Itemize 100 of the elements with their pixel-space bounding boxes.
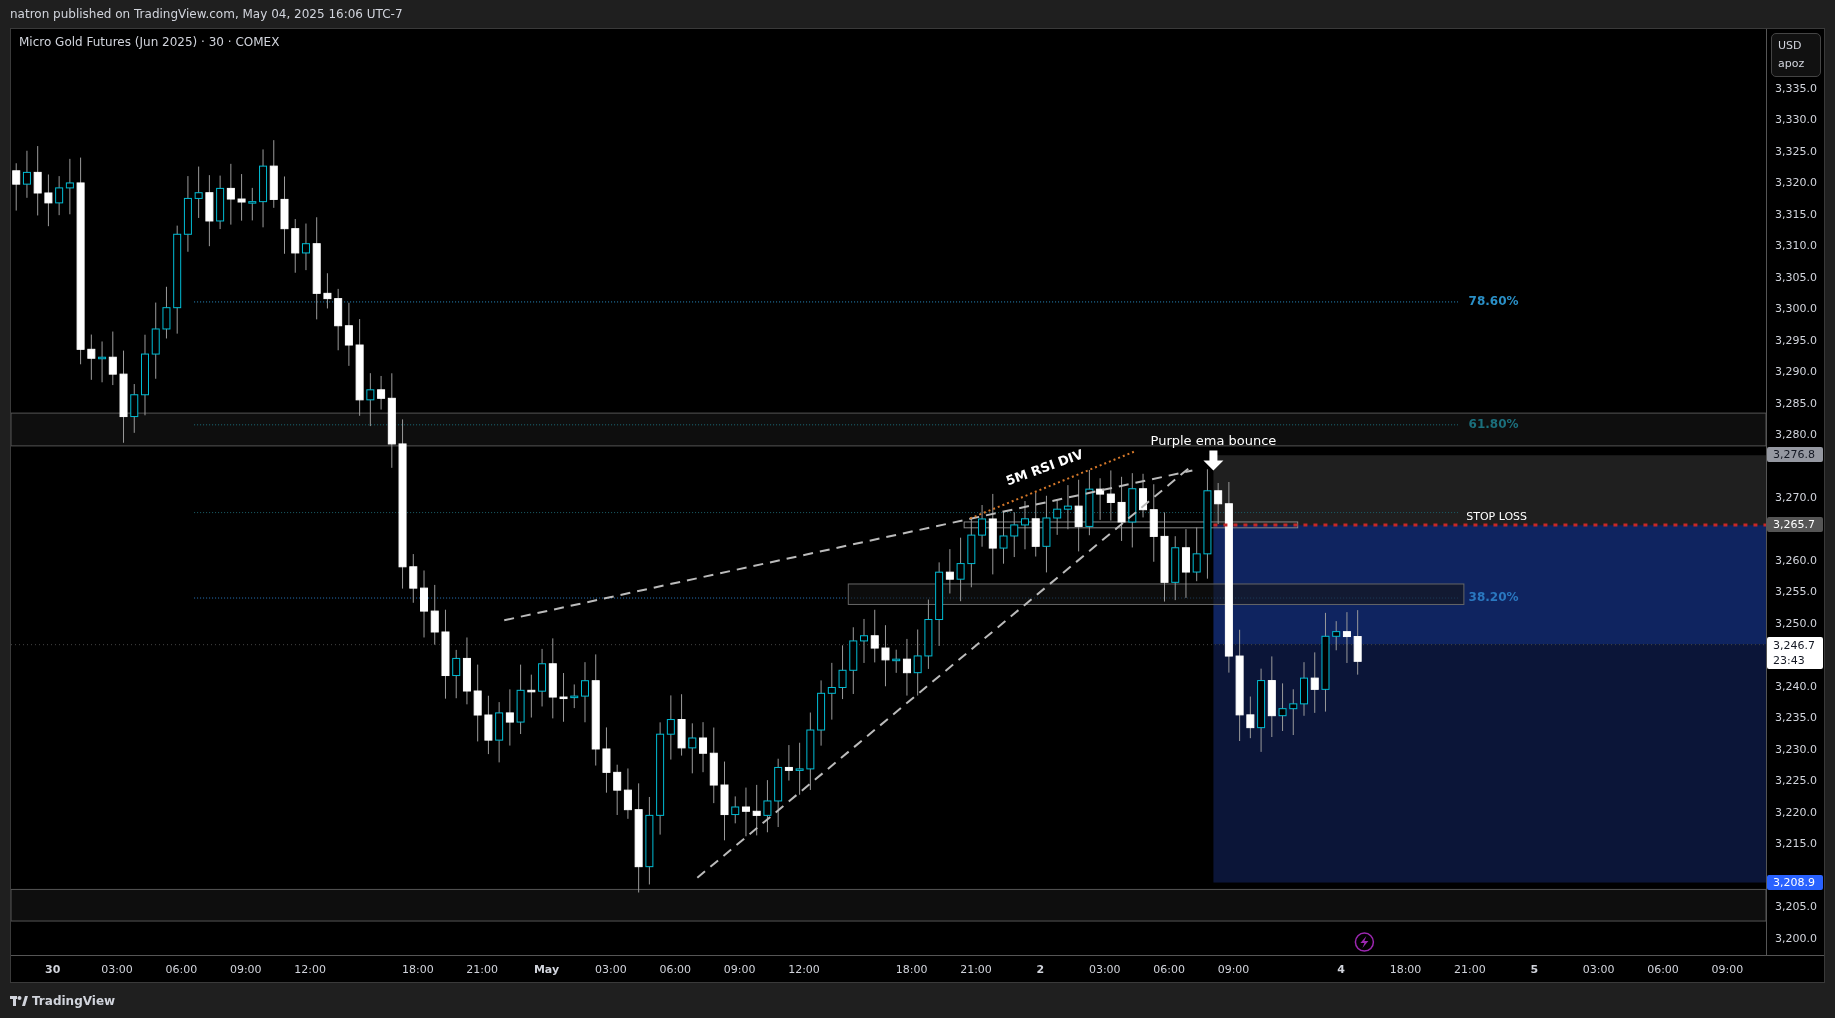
price-label: 3,200.0	[1775, 931, 1817, 946]
candle	[409, 553, 418, 604]
candle	[1246, 696, 1255, 739]
price-label: 3,310.0	[1775, 239, 1817, 254]
date-label: 5	[1530, 962, 1539, 978]
date-label: 30	[45, 962, 61, 978]
price-label: 3,220.0	[1775, 805, 1817, 820]
candle	[1310, 651, 1319, 714]
time-label: 09:00	[1711, 962, 1744, 978]
price-label: 3,300.0	[1775, 302, 1817, 317]
candle	[838, 644, 847, 700]
candle	[527, 674, 536, 718]
candle	[516, 664, 525, 735]
price-label: 3,295.0	[1775, 333, 1817, 348]
candle	[913, 629, 922, 697]
price-label: 3,270.0	[1775, 491, 1817, 506]
date-label: May	[533, 962, 560, 978]
candle	[752, 784, 761, 836]
date-label: 2	[1036, 962, 1045, 978]
price-label: 3,260.0	[1775, 553, 1817, 568]
candle	[1289, 688, 1298, 736]
price-label: 3,290.0	[1775, 365, 1817, 380]
candle	[248, 187, 257, 221]
candle	[108, 331, 117, 386]
candle	[1096, 477, 1105, 521]
price-badge: 3,276.8	[1767, 447, 1823, 463]
candle	[956, 537, 965, 602]
candle	[1181, 528, 1190, 599]
time-label: 06:00	[1647, 962, 1679, 978]
candle	[1171, 535, 1180, 601]
price-label: 3,280.0	[1775, 428, 1817, 443]
candle	[22, 150, 31, 199]
candle	[462, 637, 471, 705]
time-label: 03:00	[101, 962, 133, 978]
time-label: 09:00	[229, 962, 262, 978]
date-label: 4	[1337, 962, 1345, 978]
candle	[1192, 527, 1201, 582]
candle	[1010, 511, 1019, 558]
candle	[967, 518, 976, 588]
candle	[237, 173, 246, 222]
time-label: 12:00	[294, 962, 326, 978]
candle	[334, 288, 343, 351]
time-label: 06:00	[1153, 962, 1185, 978]
price-badge: 3,208.9	[1767, 874, 1823, 890]
candle	[881, 624, 890, 687]
candle	[613, 764, 622, 816]
candle	[323, 272, 332, 309]
lightning-icon[interactable]	[1354, 932, 1375, 952]
candle	[538, 648, 547, 707]
currency-selector[interactable]: USD apoz	[1771, 33, 1821, 77]
candle	[581, 661, 589, 723]
candle	[12, 162, 21, 212]
candle	[1117, 476, 1126, 542]
candle	[55, 175, 64, 216]
candle	[301, 223, 310, 271]
candle	[495, 701, 504, 763]
price-label: 3,325.0	[1775, 144, 1817, 159]
candle	[924, 599, 933, 670]
candle	[1031, 492, 1040, 558]
candle	[484, 695, 493, 755]
annotation-text: Purple ema bounce	[1150, 432, 1277, 448]
price-label: 3,335.0	[1775, 82, 1817, 96]
candle	[860, 618, 868, 664]
candle	[1106, 469, 1115, 522]
time-label: 18:00	[1389, 962, 1422, 978]
price-label: 3,205.0	[1775, 900, 1817, 915]
candle	[870, 609, 879, 663]
candle	[1021, 500, 1029, 550]
fibonacci-level-label: 61.80%	[1468, 416, 1519, 431]
candle	[1063, 484, 1072, 530]
time-label: 18:00	[401, 962, 434, 978]
price-label: 3,250.0	[1775, 616, 1817, 631]
candle	[763, 779, 772, 833]
candle	[98, 341, 107, 383]
candle	[87, 334, 96, 381]
candle	[33, 145, 42, 216]
candle	[344, 302, 353, 367]
candle	[226, 163, 235, 226]
time-label: 03:00	[1582, 962, 1615, 978]
candle	[162, 286, 171, 339]
candle	[291, 218, 300, 274]
candle	[1085, 469, 1094, 536]
candle	[677, 693, 686, 757]
chart-title: Micro Gold Futures (Jun 2025) · 30 · COMEX	[19, 35, 280, 49]
last-price-label: 3,246.7	[1773, 637, 1816, 653]
time-label: 09:00	[1217, 962, 1250, 978]
time-label: 21:00	[466, 962, 498, 978]
time-label: 12:00	[788, 962, 820, 978]
brand-name: TradingView	[32, 992, 116, 1010]
time-label: 06:00	[659, 962, 692, 978]
time-label: 21:00	[960, 962, 992, 978]
price-label: 3,240.0	[1775, 679, 1817, 694]
price-badge: 3,265.7	[1767, 517, 1823, 533]
fibonacci-level-label: 78.60%	[1468, 293, 1519, 308]
candle	[505, 688, 514, 747]
candle	[1053, 500, 1062, 536]
time-label: 18:00	[895, 962, 928, 978]
time-label: 06:00	[165, 962, 198, 978]
price-label: 3,320.0	[1775, 176, 1817, 191]
price-label: 3,215.0	[1775, 837, 1817, 852]
